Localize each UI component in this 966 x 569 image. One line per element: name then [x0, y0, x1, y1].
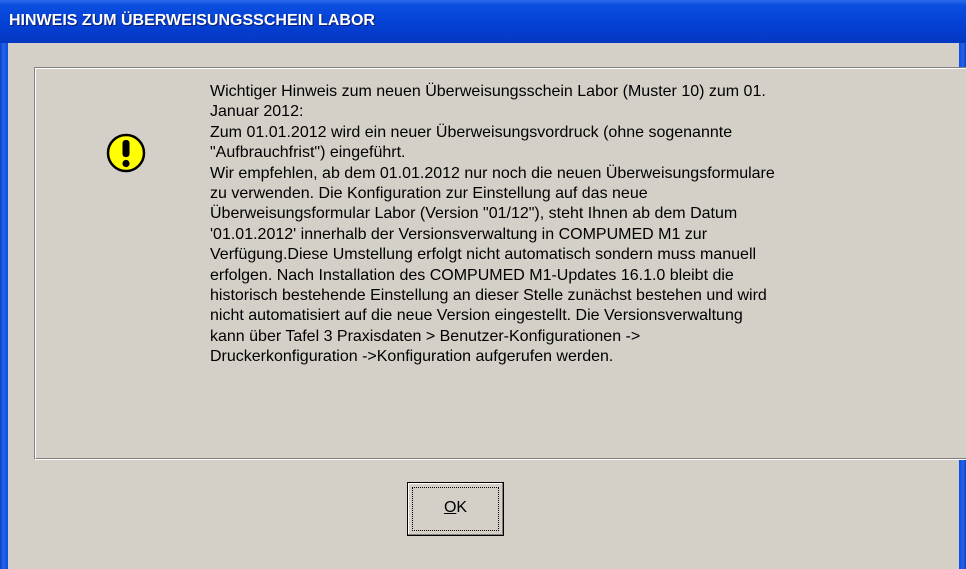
message-line: zu verwenden. Die Konfiguration zur Eins…: [210, 185, 648, 203]
message-line: "Aufbrauchfrist") eingeführt.: [210, 144, 406, 162]
dialog-client-area: Wichtiger Hinweis zum neuen Überweisungs…: [8, 43, 966, 569]
ok-mnemonic: O: [443, 499, 457, 516]
ok-label-rest: K: [456, 499, 468, 516]
title-bar[interactable]: HINWEIS ZUM ÜBERWEISUNGSSCHEIN LABOR: [0, 0, 966, 43]
message-line: Überweisungsformular Labor (Version "01/…: [210, 205, 738, 223]
message-line: kann über Tafel 3 Praxisdaten > Benutzer…: [210, 327, 641, 345]
window-title: HINWEIS ZUM ÜBERWEISUNGSSCHEIN LABOR: [9, 12, 375, 29]
ok-button[interactable]: OK: [407, 482, 504, 536]
message-line: Wichtiger Hinweis zum neuen Überweisungs…: [210, 83, 766, 100]
message-line: Druckerkonfiguration ->Konfiguration auf…: [210, 348, 614, 366]
window-frame-left: [0, 43, 8, 569]
warning-exclamation-icon: [106, 133, 146, 173]
message-line: Januar 2012:: [210, 103, 304, 121]
message-line: nicht automatisiert auf die neue Version…: [210, 307, 743, 325]
message-text: Wichtiger Hinweis zum neuen Überweisungs…: [210, 82, 930, 368]
message-line: Verfügung.Diese Umstellung erfolgt nicht…: [210, 246, 757, 264]
message-line: Zum 01.01.2012 wird ein neuer Überweisun…: [210, 123, 733, 141]
message-line: '01.01.2012' innerhalb der Versionsverwa…: [210, 225, 708, 243]
message-line: historisch bestehende Einstellung an die…: [210, 287, 767, 305]
message-panel: Wichtiger Hinweis zum neuen Überweisungs…: [34, 67, 966, 460]
dialog-window: HINWEIS ZUM ÜBERWEISUNGSSCHEIN LABOR Wic…: [0, 0, 966, 569]
ok-button-label: OK: [408, 499, 503, 517]
message-line: Wir empfehlen, ab dem 01.01.2012 nur noc…: [210, 164, 775, 182]
message-line: erfolgen. Nach Installation des COMPUMED…: [210, 266, 734, 284]
